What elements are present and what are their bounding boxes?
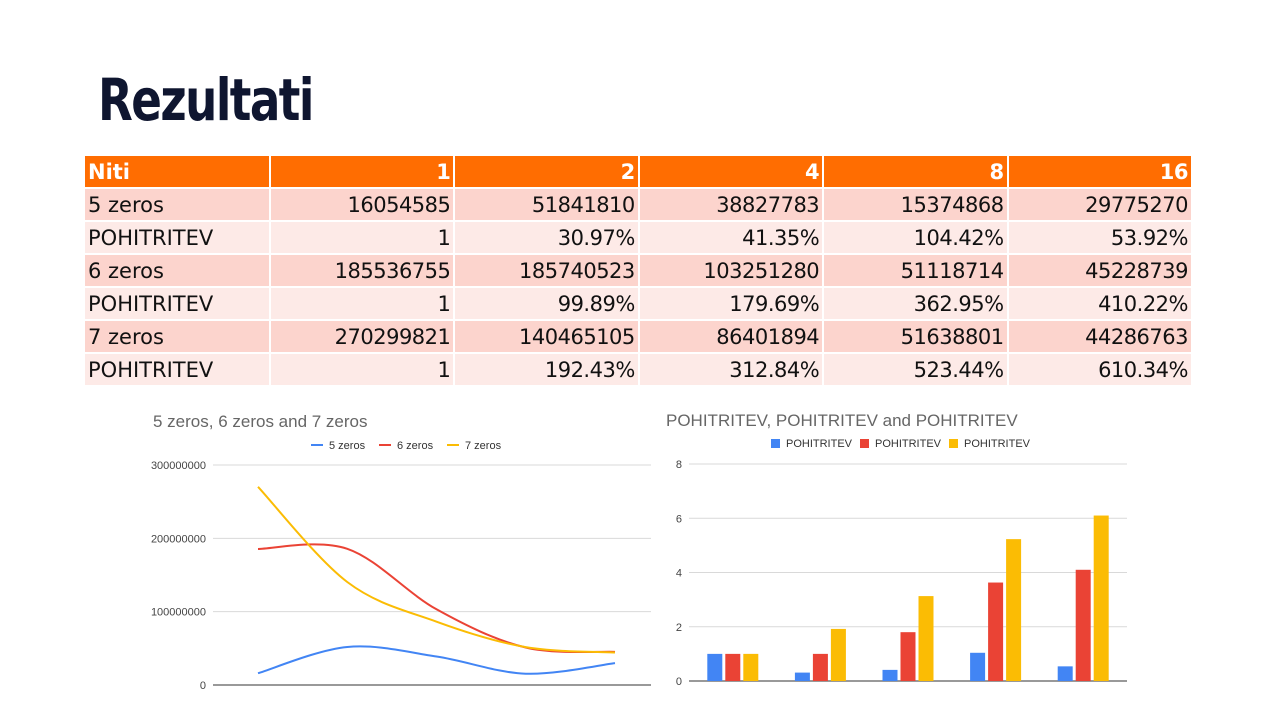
table-cell: 29775270 [1007,188,1194,222]
table-cell: 270299821 [270,320,456,354]
table-cell: 51118714 [823,254,1009,288]
row-label: POHITRITEV [85,353,271,387]
bar [882,669,898,681]
bar [1075,569,1091,681]
bar [900,632,916,681]
results-table: Niti 1 2 4 8 16 5 zeros 16054585 5184181… [85,156,1194,387]
table-cell: 140465105 [454,320,640,354]
chart-legend: POHITRITEV POHITRITEV POHITRITEV [771,438,1031,450]
chart-title: 5 zeros, 6 zeros and 7 zeros [153,412,368,431]
bar-chart: POHITRITEV, POHITRITEV and POHITRITEV PO… [666,411,1127,688]
header-cell: 16 [1007,156,1194,189]
legend-label: POHITRITEV [875,438,942,450]
table-cell: 179.69% [638,287,825,321]
bar [1057,666,1073,681]
table-cell: 41.35% [638,221,825,255]
y-tick-label: 2 [676,622,682,634]
bar [812,653,828,681]
table-cell: 30.97% [454,221,640,255]
table-cell: 86401894 [638,320,825,354]
table-cell: 51841810 [454,188,640,222]
chart-legend: 5 zeros 6 zeros 7 zeros [311,440,502,452]
legend-swatch [949,439,958,448]
bar [1093,515,1109,681]
y-tick-label: 8 [676,459,682,471]
series-line [257,486,616,654]
slide-title: Rezultati [98,66,314,134]
table-row: POHITRITEV 1 99.89% 179.69% 362.95% 410.… [85,287,1194,321]
bar [725,653,741,681]
table-row: 7 zeros 270299821 140465105 86401894 516… [85,320,1194,354]
header-cell: 4 [638,156,825,189]
legend-label: 5 zeros [329,440,366,452]
legend-swatch [860,439,869,448]
legend-label: POHITRITEV [786,438,853,450]
table-row: 5 zeros 16054585 51841810 38827783 15374… [85,188,1194,222]
series-line [257,543,616,654]
legend-label: 7 zeros [465,440,502,452]
table-cell: 53.92% [1007,221,1194,255]
table-cell: 1 [270,287,456,321]
header-cell: 1 [270,156,456,189]
legend-swatch [771,439,780,448]
table-cell: 51638801 [823,320,1009,354]
table-cell: 362.95% [823,287,1009,321]
row-label: POHITRITEV [85,287,271,321]
row-label: 6 zeros [85,254,271,288]
table-cell: 1 [270,353,456,387]
chart-series [257,486,616,675]
y-tick-label: 0 [676,676,682,688]
header-cell: 2 [454,156,640,189]
table-cell: 45228739 [1007,254,1194,288]
chart-title: POHITRITEV, POHITRITEV and POHITRITEV [666,411,1018,430]
table-cell: 15374868 [823,188,1009,222]
table-cell: 99.89% [454,287,640,321]
table-cell: 185536755 [270,254,456,288]
header-cell: 8 [823,156,1009,189]
row-label: 5 zeros [85,188,271,222]
y-tick-label: 100000000 [151,607,206,619]
y-tick-label: 6 [676,513,682,525]
bar [970,652,986,681]
y-tick-label: 200000000 [151,533,206,545]
table-header-row: Niti 1 2 4 8 16 [85,156,1194,189]
table-cell: 410.22% [1007,287,1194,321]
table-cell: 312.84% [638,353,825,387]
y-tick-label: 0 [200,680,206,692]
table-cell: 38827783 [638,188,825,222]
bar [918,596,934,681]
line-chart: 5 zeros, 6 zeros and 7 zeros 5 zeros 6 ze… [151,412,651,692]
bar [1006,539,1022,681]
table-cell: 104.42% [823,221,1009,255]
table-cell: 610.34% [1007,353,1194,387]
table-cell: 192.43% [454,353,640,387]
table-cell: 523.44% [823,353,1009,387]
table-row: 6 zeros 185536755 185740523 103251280 51… [85,254,1194,288]
table-cell: 103251280 [638,254,825,288]
y-tick-label: 300000000 [151,460,206,472]
row-label: 7 zeros [85,320,271,354]
bar [830,628,846,681]
header-cell: Niti [85,156,271,189]
y-axis-ticks: 0 100000000 200000000 300000000 [151,460,206,692]
table-row: POHITRITEV 1 30.97% 41.35% 104.42% 53.92… [85,221,1194,255]
chart-bars [707,515,1109,681]
bar [988,582,1004,681]
table-cell: 44286763 [1007,320,1194,354]
legend-label: 6 zeros [397,440,434,452]
y-axis-ticks: 0 2 4 6 8 [676,459,682,688]
bar [743,653,759,681]
table-cell: 16054585 [270,188,456,222]
table-cell: 1 [270,221,456,255]
bar [707,653,723,681]
table-cell: 185740523 [454,254,640,288]
row-label: POHITRITEV [85,221,271,255]
bar [794,672,810,681]
legend-label: POHITRITEV [964,438,1031,450]
y-tick-label: 4 [676,568,682,580]
table-row: POHITRITEV 1 192.43% 312.84% 523.44% 610… [85,353,1194,387]
